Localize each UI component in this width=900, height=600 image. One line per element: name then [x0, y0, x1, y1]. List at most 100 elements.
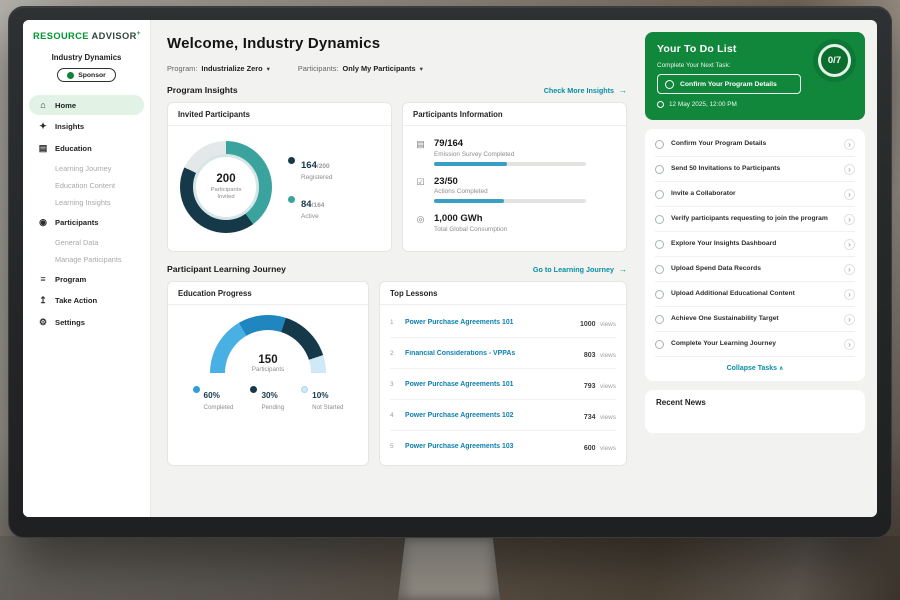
task-label: Upload Spend Data Records [671, 265, 837, 274]
chevron-right-icon[interactable]: › [844, 264, 855, 275]
next-task-item[interactable]: Confirm Your Program Details [657, 74, 801, 94]
chevron-right-icon[interactable]: › [844, 239, 855, 250]
actions-progress-bar [434, 199, 586, 203]
info-value: 1,000 GWh [434, 213, 507, 224]
lesson-title-link[interactable]: Power Purchase Agreements 101 [405, 319, 573, 326]
legend-pct: 10% [312, 391, 328, 400]
task-item[interactable]: Confirm Your Program Details › [655, 132, 855, 157]
checkbox-icon[interactable] [655, 340, 664, 349]
lesson-row[interactable]: 4 Power Purchase Agreements 102 734 view… [390, 400, 616, 431]
lesson-row[interactable]: 3 Power Purchase Agreements 101 793 view… [390, 369, 616, 400]
collapse-tasks-link[interactable]: Collapse Tasks ∧ [655, 357, 855, 381]
lesson-row[interactable]: 2 Financial Considerations - VPPAs 803 v… [390, 338, 616, 369]
sidebar-item-learning-journey[interactable]: Learning Journey [29, 160, 144, 177]
sidebar-item-learning-insights[interactable]: Learning Insights [29, 194, 144, 211]
task-item[interactable]: Invite a Collaborator › [655, 182, 855, 207]
chevron-down-icon: ▾ [420, 65, 423, 73]
chevron-right-icon[interactable]: › [844, 289, 855, 300]
monitor-bezel: RESOURCE ADVISOR+ Industry Dynamics Spon… [8, 6, 892, 538]
sidebar-item-program[interactable]: ≡ Program [29, 269, 144, 289]
task-item[interactable]: Send 50 Invitations to Participants › [655, 157, 855, 182]
legend-value: 84 [301, 199, 312, 210]
insights-icon: ✦ [38, 121, 48, 132]
lesson-rank: 4 [390, 412, 398, 419]
link-label: Go to Learning Journey [533, 265, 614, 274]
lesson-title-link[interactable]: Power Purchase Agreements 103 [405, 443, 577, 450]
lesson-title-link[interactable]: Power Purchase Agreements 102 [405, 412, 577, 419]
task-item[interactable]: Verify participants requesting to join t… [655, 207, 855, 232]
chevron-right-icon[interactable]: › [844, 339, 855, 350]
filter-bar: Program: Industrialize Zero ▾ Participan… [167, 64, 627, 73]
main-content: Welcome, Industry Dynamics Program: Indu… [151, 20, 639, 517]
program-insights-header: Program Insights Check More Insights → [167, 85, 627, 95]
sidebar-item-home[interactable]: ⌂ Home [29, 95, 144, 115]
legend-dot [250, 386, 257, 393]
checkbox-icon[interactable] [655, 165, 664, 174]
page-title: Welcome, Industry Dynamics [167, 35, 627, 52]
chevron-right-icon[interactable]: › [844, 214, 855, 225]
checkbox-icon[interactable] [655, 140, 664, 149]
task-item[interactable]: Explore Your Insights Dashboard › [655, 232, 855, 257]
sidebar-item-insights[interactable]: ✦ Insights [29, 116, 144, 137]
section-title: Participant Learning Journey [167, 264, 286, 274]
lesson-row[interactable]: 5 Power Purchase Agreements 103 600 view… [390, 431, 616, 461]
survey-icon: ▤ [415, 139, 426, 150]
lesson-title-link[interactable]: Power Purchase Agreements 101 [405, 381, 577, 388]
task-item[interactable]: Achieve One Sustainability Target › [655, 307, 855, 332]
lesson-row[interactable]: 1 Power Purchase Agreements 101 1000 vie… [390, 307, 616, 338]
home-icon: ⌂ [38, 100, 48, 110]
sidebar-item-settings[interactable]: ⚙ Settings [29, 312, 144, 333]
legend-pct: 60% [204, 391, 220, 400]
chevron-right-icon[interactable]: › [844, 139, 855, 150]
legend-completed: 60% Completed [193, 385, 234, 411]
sidebar-item-education[interactable]: ▤ Education [29, 138, 144, 159]
sidebar-item-participants[interactable]: ◉ Participants [29, 212, 144, 233]
invited-total: 200 [216, 173, 235, 185]
actions-icon: ☑ [415, 177, 426, 188]
app-logo: RESOURCE ADVISOR+ [23, 30, 150, 41]
chevron-right-icon[interactable]: › [844, 314, 855, 325]
checkbox-icon[interactable] [655, 290, 664, 299]
lesson-views-suffix: views [600, 445, 616, 452]
check-more-insights-link[interactable]: Check More Insights → [544, 86, 627, 95]
checkbox-icon[interactable] [665, 80, 674, 89]
task-label: Send 50 Invitations to Participants [671, 165, 837, 174]
info-value: 23/50 [434, 176, 586, 187]
gauge-value: 150 [210, 354, 326, 366]
task-item[interactable]: Upload Spend Data Records › [655, 257, 855, 282]
sidebar-item-label: Education Content [55, 181, 115, 190]
checkbox-icon[interactable] [655, 190, 664, 199]
program-icon: ≡ [38, 274, 48, 284]
sidebar-item-education-content[interactable]: Education Content [29, 177, 144, 194]
legend-pct: 30% [261, 391, 277, 400]
checkbox-icon[interactable] [655, 215, 664, 224]
participants-filter-dropdown[interactable]: Participants: Only My Participants ▾ [298, 64, 423, 73]
chevron-right-icon[interactable]: › [844, 189, 855, 200]
card-title: Invited Participants [168, 103, 391, 126]
task-label: Invite a Collaborator [671, 190, 837, 199]
checkbox-icon[interactable] [655, 315, 664, 324]
lesson-views: 600 [584, 445, 596, 452]
sidebar-item-label: Program [55, 275, 86, 284]
task-item[interactable]: Complete Your Learning Journey › [655, 332, 855, 357]
lesson-title-link[interactable]: Financial Considerations - VPPAs [405, 350, 577, 357]
program-filter-label: Program: [167, 64, 197, 73]
checkbox-icon[interactable] [655, 240, 664, 249]
sidebar-item-take-action[interactable]: ↥ Take Action [29, 290, 144, 311]
sidebar-item-general-data[interactable]: General Data [29, 234, 144, 251]
sidebar-item-manage-participants[interactable]: Manage Participants [29, 251, 144, 268]
lesson-views: 793 [584, 383, 596, 390]
sidebar-item-label: Learning Insights [55, 198, 111, 207]
task-item[interactable]: Upload Additional Educational Content › [655, 282, 855, 307]
legend-active: 84/164 Active [288, 194, 332, 220]
recent-news-card[interactable]: Recent News [645, 390, 865, 433]
task-label: Confirm Your Program Details [671, 140, 837, 149]
todo-progress-count: 0/7 [828, 55, 841, 66]
legend-label: Active [301, 213, 332, 220]
clock-icon [657, 101, 664, 108]
todo-progress-ring: 0/7 [818, 44, 851, 77]
program-filter-dropdown[interactable]: Program: Industrialize Zero ▾ [167, 64, 270, 73]
chevron-right-icon[interactable]: › [844, 164, 855, 175]
go-to-learning-journey-link[interactable]: Go to Learning Journey → [533, 265, 627, 274]
checkbox-icon[interactable] [655, 265, 664, 274]
